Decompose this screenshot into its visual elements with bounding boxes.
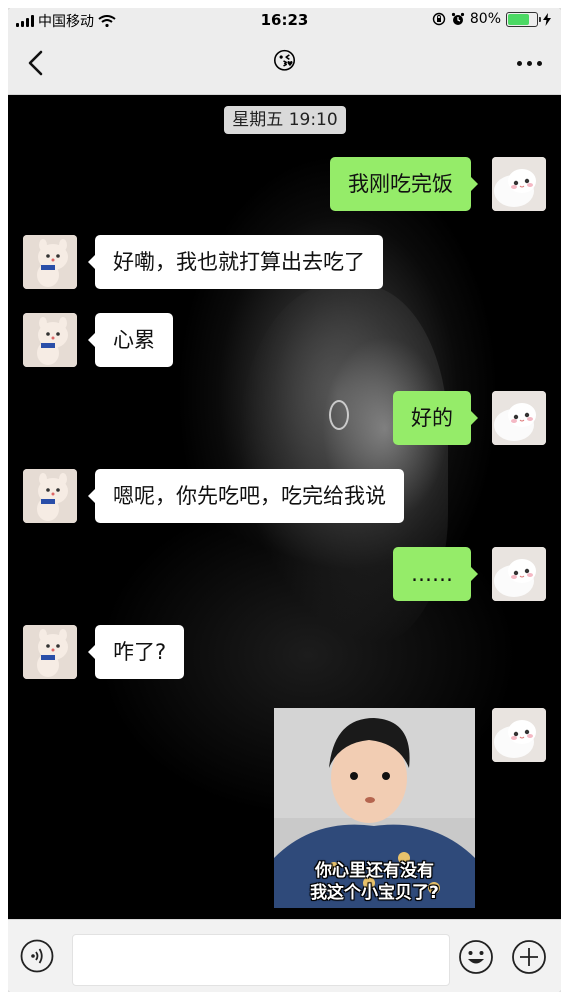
chat-header: 😘 — [8, 32, 561, 95]
phone-screen: 中国移动 16:23 80% 😘 星期五 19:10 我刚吃完饭 好嘞，我也就打… — [8, 8, 561, 992]
message-bubble-incoming[interactable]: 咋了? — [87, 625, 185, 679]
chat-timestamp: 星期五 19:10 — [224, 106, 346, 134]
message-bubble-incoming[interactable]: 心累 — [88, 313, 173, 367]
message-bubble-outgoing[interactable]: 好的 — [393, 391, 478, 445]
my-avatar[interactable] — [492, 547, 546, 601]
contact-avatar[interactable] — [23, 235, 77, 289]
more-dots-icon[interactable] — [511, 50, 547, 76]
input-bar — [8, 919, 561, 992]
contact-avatar[interactable] — [23, 469, 77, 523]
alarm-icon — [451, 12, 464, 25]
contact-avatar[interactable] — [23, 625, 77, 679]
orientation-lock-icon — [432, 12, 446, 26]
battery-level — [508, 13, 529, 25]
message-bubble-incoming[interactable]: 嗯呢，你先吃吧，吃完给我说 — [88, 469, 404, 523]
my-avatar[interactable] — [492, 157, 546, 211]
sticker-caption-line1: 你心里还有没有 — [315, 861, 434, 881]
my-avatar[interactable] — [492, 391, 546, 445]
contact-name-emoji: 😘 — [271, 47, 298, 75]
plus-circle-icon[interactable] — [511, 939, 547, 975]
message-bubble-outgoing[interactable]: …… — [393, 547, 478, 601]
chat-area[interactable]: 星期五 19:10 我刚吃完饭 好嘞，我也就打算出去吃了 心累 好的 嗯呢，你先… — [8, 95, 561, 919]
my-avatar[interactable] — [492, 708, 546, 762]
sticker-image[interactable]: 你心里还有没有 我这个小宝贝了? — [274, 708, 475, 908]
contact-avatar[interactable] — [23, 313, 77, 367]
status-right: 80% — [432, 11, 551, 27]
sticker-caption: 你心里还有没有 我这个小宝贝了? — [274, 860, 475, 904]
charging-bolt-icon — [543, 12, 551, 26]
message-input[interactable] — [72, 934, 450, 986]
status-bar: 中国移动 16:23 80% — [8, 8, 561, 32]
battery-icon — [506, 11, 541, 27]
battery-percent: 80% — [469, 11, 501, 27]
emoji-smile-icon[interactable] — [458, 939, 494, 975]
message-bubble-incoming[interactable]: 好嘞，我也就打算出去吃了 — [88, 235, 383, 289]
voice-icon[interactable] — [20, 939, 54, 973]
message-bubble-outgoing[interactable]: 我刚吃完饭 — [330, 157, 478, 211]
background-earring — [329, 400, 349, 430]
sticker-caption-line2: 我这个小宝贝了? — [310, 883, 439, 903]
